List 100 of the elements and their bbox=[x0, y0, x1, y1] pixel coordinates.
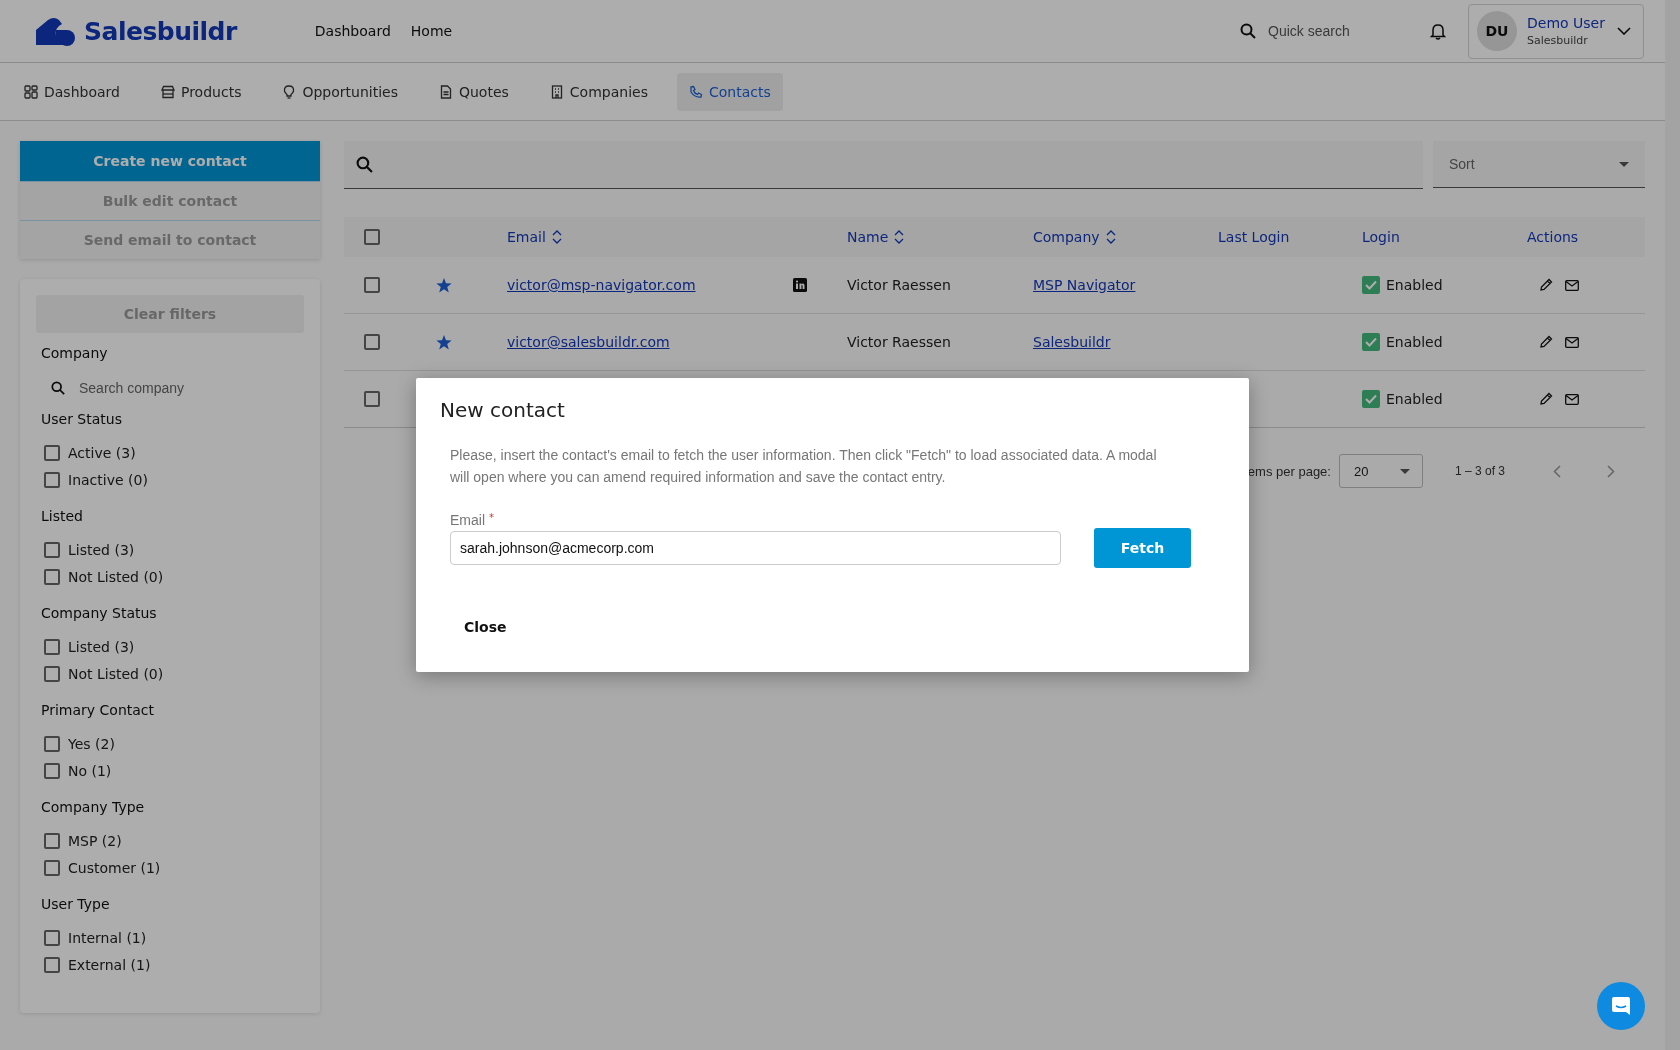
column-header[interactable]: Actions bbox=[1527, 229, 1579, 245]
dialog-description: Please, insert the contact's email to fetch the user information. Then click "Fetch" to load associated data. A modal will open where you can amend required information and save the contact entry. bbox=[450, 446, 1158, 487]
checkbox[interactable] bbox=[44, 929, 60, 946]
checkbox[interactable] bbox=[44, 471, 60, 488]
page-range: 1 – 3 of 3 bbox=[1454, 464, 1505, 478]
nav-tab[interactable]: Quotes bbox=[426, 72, 521, 111]
filter-title: Listed bbox=[40, 508, 84, 524]
checkbox[interactable] bbox=[44, 832, 60, 849]
chat-button[interactable] bbox=[1597, 982, 1645, 1030]
dropdown-arrow-icon bbox=[1399, 468, 1410, 474]
chevron-down-icon bbox=[1617, 27, 1631, 35]
login-status: Enabled bbox=[1386, 391, 1443, 407]
checkbox[interactable] bbox=[44, 541, 60, 558]
email-link[interactable]: victor@msp-navigator.com bbox=[507, 277, 696, 293]
select-all-checkbox[interactable] bbox=[364, 229, 380, 245]
login-status: Enabled bbox=[1386, 334, 1443, 350]
column-header[interactable]: Company bbox=[1033, 229, 1100, 245]
nav-tab[interactable]: Contacts bbox=[676, 72, 783, 111]
filter-option[interactable]: Internal (1) bbox=[68, 929, 147, 946]
close-button[interactable]: Close bbox=[454, 615, 517, 639]
logo-text[interactable]: Salesbuildr bbox=[84, 16, 237, 46]
chevron-left-icon[interactable] bbox=[1553, 464, 1561, 478]
checkbox[interactable] bbox=[44, 568, 60, 585]
filter-option[interactable]: Yes (2) bbox=[68, 735, 115, 752]
checkbox[interactable] bbox=[44, 444, 60, 461]
checkbox[interactable] bbox=[44, 638, 60, 655]
star-icon[interactable] bbox=[436, 334, 452, 350]
column-header[interactable]: Last Login bbox=[1218, 229, 1290, 245]
nav-link[interactable]: Dashboard bbox=[314, 23, 391, 39]
search-icon bbox=[356, 156, 373, 173]
filter-option[interactable]: External (1) bbox=[68, 956, 151, 973]
mail-icon[interactable] bbox=[1565, 336, 1579, 348]
column-header[interactable]: Email bbox=[507, 229, 546, 245]
pencil-icon[interactable] bbox=[1539, 335, 1553, 349]
checkbox[interactable] bbox=[44, 859, 60, 876]
filter-title: User Status bbox=[40, 411, 123, 427]
column-header[interactable]: Login bbox=[1362, 229, 1400, 245]
search-field[interactable] bbox=[344, 141, 1423, 189]
sort-icon[interactable] bbox=[551, 230, 562, 244]
nav-tab[interactable]: Products bbox=[148, 72, 254, 111]
login-status: Enabled bbox=[1386, 277, 1443, 293]
phone-icon bbox=[688, 84, 703, 99]
required-mark: * bbox=[489, 512, 494, 525]
row-checkbox[interactable] bbox=[364, 334, 380, 350]
email-link[interactable]: victor@salesbuildr.com bbox=[507, 334, 670, 350]
logo-icon bbox=[34, 16, 78, 46]
company-link[interactable]: MSP Navigator bbox=[1033, 277, 1136, 293]
mail-icon[interactable] bbox=[1565, 393, 1579, 405]
login-checkbox[interactable] bbox=[1362, 333, 1380, 351]
linkedin-icon[interactable] bbox=[793, 278, 807, 292]
search-icon bbox=[1240, 23, 1256, 39]
filter-title: User Type bbox=[40, 896, 111, 912]
email-field[interactable]: sarah.johnson@acmecorp.com bbox=[450, 531, 1061, 565]
sort-icon[interactable] bbox=[894, 230, 905, 244]
user-menu[interactable]: DU Demo User Salesbuildr bbox=[1468, 3, 1644, 59]
checkbox[interactable] bbox=[44, 735, 60, 752]
star-icon[interactable] bbox=[436, 277, 452, 293]
filter-title: Company bbox=[40, 345, 109, 361]
pencil-icon[interactable] bbox=[1539, 278, 1553, 292]
checkbox[interactable] bbox=[44, 665, 60, 682]
filter-option[interactable]: MSP (2) bbox=[68, 832, 122, 849]
nav-tab[interactable]: Dashboard bbox=[12, 72, 132, 111]
filter-option[interactable]: Inactive (0) bbox=[68, 471, 148, 488]
bell-icon[interactable] bbox=[1430, 22, 1446, 40]
filter-title: Company Status bbox=[40, 605, 158, 621]
login-checkbox[interactable] bbox=[1362, 390, 1380, 408]
checkbox[interactable] bbox=[44, 762, 60, 779]
filter-option[interactable]: Not Listed (0) bbox=[68, 665, 164, 682]
sort-icon[interactable] bbox=[1105, 230, 1116, 244]
user-org: Salesbuildr bbox=[1527, 34, 1589, 47]
filter-option[interactable]: Listed (3) bbox=[68, 541, 135, 558]
mail-icon[interactable] bbox=[1565, 279, 1579, 291]
store-icon bbox=[160, 84, 175, 99]
nav-link[interactable]: Home bbox=[410, 23, 453, 39]
filter-option[interactable]: Not Listed (0) bbox=[68, 568, 164, 585]
quick-search-field[interactable]: Quick search bbox=[1266, 22, 1390, 40]
checkbox[interactable] bbox=[44, 956, 60, 973]
nav-tab[interactable]: Companies bbox=[537, 72, 660, 111]
dropdown-arrow-icon bbox=[1619, 161, 1629, 167]
dialog-title: New contact bbox=[440, 398, 566, 422]
filter-option[interactable]: Customer (1) bbox=[68, 859, 161, 876]
row-checkbox[interactable] bbox=[364, 277, 380, 293]
filter-option[interactable]: Listed (3) bbox=[68, 638, 135, 655]
chevron-right-icon[interactable] bbox=[1607, 464, 1615, 478]
chat-icon bbox=[1610, 995, 1632, 1017]
company-search-field[interactable]: Search company bbox=[77, 379, 281, 397]
filter-option[interactable]: Active (3) bbox=[68, 444, 136, 461]
filter-option[interactable]: No (1) bbox=[68, 762, 112, 779]
nav-tab[interactable]: Opportunities bbox=[270, 72, 410, 111]
filter-title: Company Type bbox=[40, 799, 146, 815]
field-label: Email bbox=[450, 512, 485, 528]
column-header[interactable]: Name bbox=[847, 229, 889, 245]
company-link[interactable]: Salesbuildr bbox=[1033, 334, 1111, 350]
sort-dropdown[interactable]: Sort bbox=[1433, 141, 1645, 188]
search-icon bbox=[51, 381, 65, 395]
pencil-icon[interactable] bbox=[1539, 392, 1553, 406]
scrollbar[interactable] bbox=[1665, 0, 1680, 1050]
row-checkbox[interactable] bbox=[364, 391, 380, 407]
items-per-page-dropdown[interactable]: 20 bbox=[1338, 454, 1423, 488]
login-checkbox[interactable] bbox=[1362, 276, 1380, 294]
